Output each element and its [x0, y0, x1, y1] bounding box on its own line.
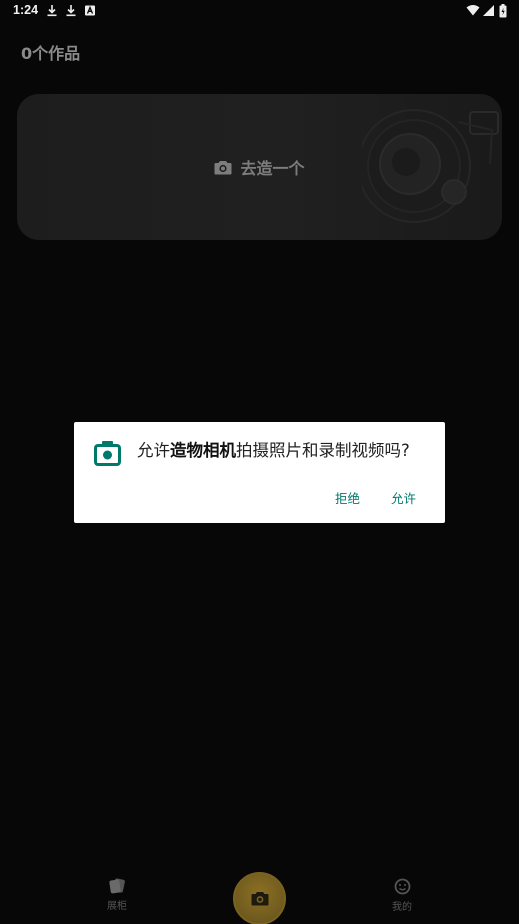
status-time: 1:24: [13, 3, 39, 17]
download-icon: [47, 5, 57, 17]
permission-message: 允许造物相机拍摄照片和录制视频吗?: [137, 440, 410, 462]
cell-signal-icon: [483, 5, 494, 16]
nav-item-mine[interactable]: 我的: [372, 878, 432, 913]
page-title: 0个作品: [21, 44, 81, 63]
bottom-nav: 展柜 我的: [0, 866, 519, 924]
create-card[interactable]: 去造一个: [17, 94, 502, 240]
message-suffix: 拍摄照片和录制视频吗?: [236, 441, 410, 460]
nav-label-showcase: 展柜: [107, 901, 127, 912]
cards-icon: [109, 878, 125, 894]
app-name: 造物相机: [170, 441, 236, 460]
download-icon: [66, 5, 76, 17]
a-badge-icon: [85, 5, 95, 16]
allow-button[interactable]: 允许: [391, 488, 416, 507]
permission-dialog: 允许造物相机拍摄照片和录制视频吗? 拒绝 允许: [74, 422, 445, 523]
create-label: 去造一个: [240, 159, 305, 178]
message-prefix: 允许: [137, 441, 170, 460]
nav-item-showcase[interactable]: 展柜: [87, 878, 147, 912]
camera-permission-icon: [94, 441, 121, 466]
capture-button[interactable]: [233, 872, 286, 924]
profile-icon: [394, 878, 410, 895]
status-bar: 1:24: [0, 0, 519, 22]
camera-icon: [251, 892, 268, 906]
deny-button[interactable]: 拒绝: [335, 488, 360, 507]
battery-icon: [499, 4, 507, 18]
create-button[interactable]: 去造一个: [17, 94, 502, 240]
camera-icon: [214, 160, 232, 174]
wifi-icon: [466, 5, 480, 16]
nav-label-mine: 我的: [392, 902, 412, 913]
